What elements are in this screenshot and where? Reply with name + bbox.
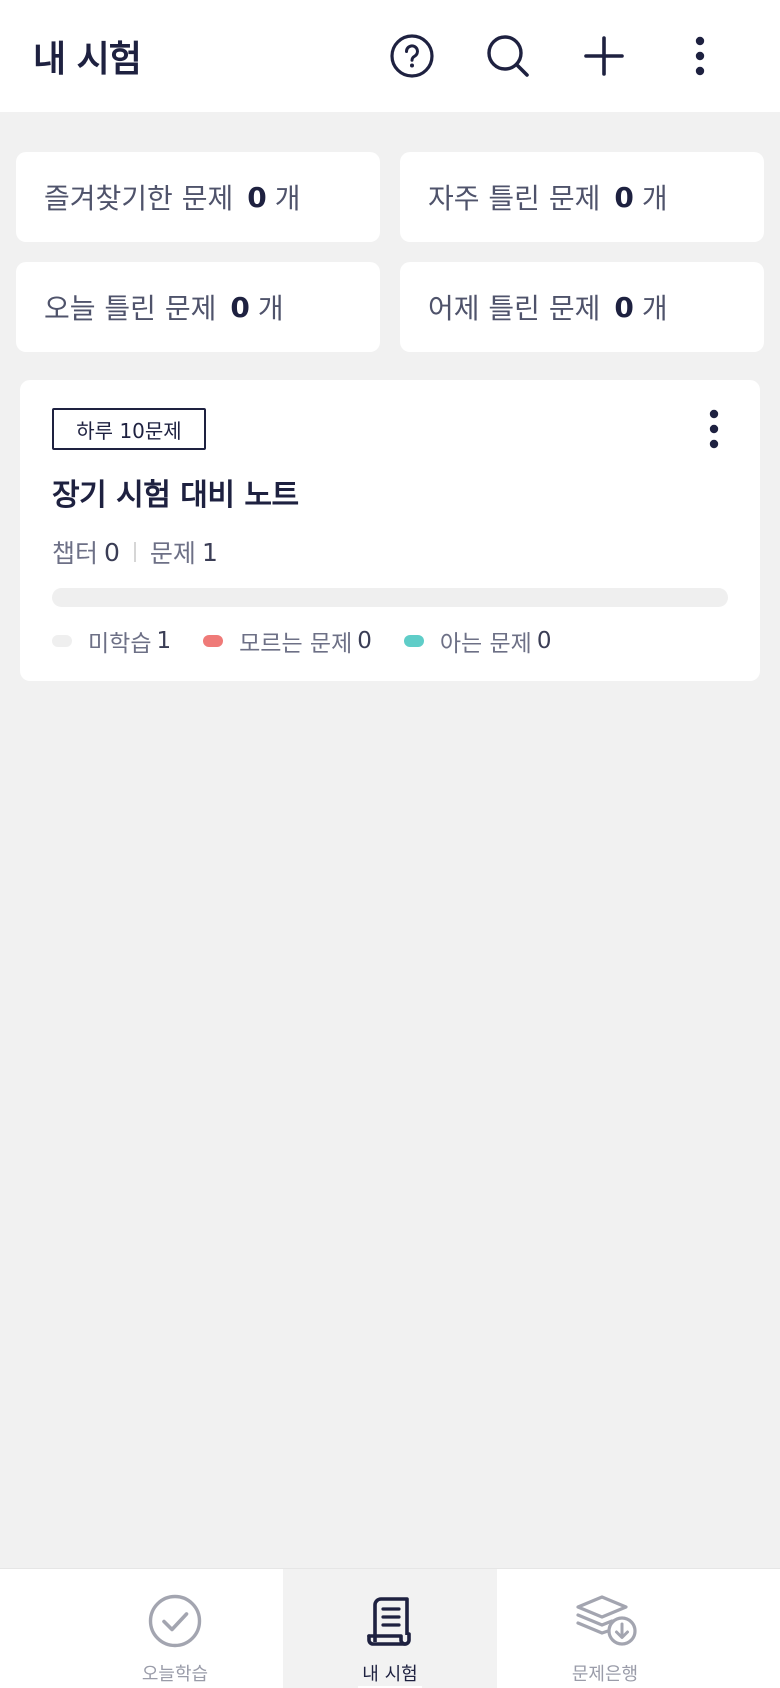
stat-count: 0 <box>614 290 634 324</box>
legend-dot-teal <box>403 635 424 647</box>
chapter-count: 0 <box>104 537 120 567</box>
frequently-wrong-card[interactable]: 자주 틀린 문제 0 개 <box>400 152 764 242</box>
favorites-card[interactable]: 즐겨찾기한 문제 0 개 <box>16 152 380 242</box>
legend-value: 1 <box>156 628 172 654</box>
more-vertical-icon <box>709 409 719 449</box>
stat-count: 0 <box>230 290 250 324</box>
exam-meta: 챕터 0 문제 1 <box>52 534 218 570</box>
stat-count: 0 <box>614 180 634 214</box>
plus-icon <box>584 36 624 76</box>
daily-goal-badge: 하루 10문제 <box>52 408 206 450</box>
chapter-label: 챕터 <box>52 539 99 568</box>
progress-legend: 미학습 1 모르는 문제 0 아는 문제 0 <box>52 624 583 658</box>
scroll-icon <box>367 1597 411 1646</box>
help-icon <box>390 34 434 78</box>
progress-bar <box>52 588 728 607</box>
stat-label: 즐겨찾기한 문제 <box>44 182 234 215</box>
page-title: 내 시험 <box>33 39 142 80</box>
question-label: 문제 <box>149 539 196 568</box>
layers-download-icon <box>576 1595 637 1646</box>
exam-card[interactable]: 하루 10문제 장기 시험 대비 노트 챕터 0 문제 1 미학습 1 모르는 … <box>20 380 760 681</box>
add-exam-button[interactable] <box>576 28 632 84</box>
stat-unit: 개 <box>641 292 668 325</box>
stat-unit: 개 <box>257 292 284 325</box>
more-vertical-icon <box>695 36 705 76</box>
check-circle-icon <box>148 1594 202 1648</box>
question-count: 1 <box>201 537 218 567</box>
stat-label: 자주 틀린 문제 <box>428 182 601 215</box>
legend-value: 0 <box>357 628 372 654</box>
bottom-navigation: 오늘학습 내 시험 문제은행 <box>0 1568 780 1688</box>
nav-label: 문제은행 <box>571 1664 639 1685</box>
app-root: 내 시험 즐겨찾기한 문제 0 개 자주 틀린 문제 0 개 오늘 틀린 문제 … <box>0 0 780 1688</box>
nav-question-bank[interactable]: 문제은행 <box>498 1569 712 1688</box>
exam-card-more-button[interactable] <box>694 406 734 452</box>
exam-title: 장기 시험 대비 노트 <box>52 478 299 513</box>
today-wrong-card[interactable]: 오늘 틀린 문제 0 개 <box>16 262 380 352</box>
help-button[interactable] <box>384 28 440 84</box>
nav-today-study[interactable]: 오늘학습 <box>68 1569 282 1688</box>
nav-label: 오늘학습 <box>141 1664 209 1685</box>
stat-unit: 개 <box>641 182 668 215</box>
legend-unknown: 모르는 문제 0 <box>203 624 372 658</box>
stat-unit: 개 <box>274 182 301 215</box>
stat-label: 어제 틀린 문제 <box>428 292 601 325</box>
stat-count: 0 <box>247 180 267 214</box>
legend-value: 0 <box>536 628 552 654</box>
more-menu-button[interactable] <box>672 28 728 84</box>
meta-divider <box>133 542 136 562</box>
legend-dot-gray <box>52 635 72 647</box>
legend-label: 미학습 <box>88 631 152 657</box>
yesterday-wrong-card[interactable]: 어제 틀린 문제 0 개 <box>400 262 764 352</box>
legend-label: 아는 문제 <box>439 631 532 657</box>
stat-label: 오늘 틀린 문제 <box>44 292 217 325</box>
nav-label: 내 시험 <box>362 1664 418 1685</box>
legend-dot-red <box>203 635 224 647</box>
nav-my-exams[interactable]: 내 시험 <box>283 1569 497 1688</box>
legend-label: 모르는 문제 <box>239 631 353 657</box>
search-button[interactable] <box>480 28 536 84</box>
search-icon <box>487 35 529 77</box>
legend-known: 아는 문제 0 <box>403 624 552 658</box>
legend-unstudied: 미학습 1 <box>52 624 171 658</box>
top-app-bar: 내 시험 <box>0 0 780 112</box>
